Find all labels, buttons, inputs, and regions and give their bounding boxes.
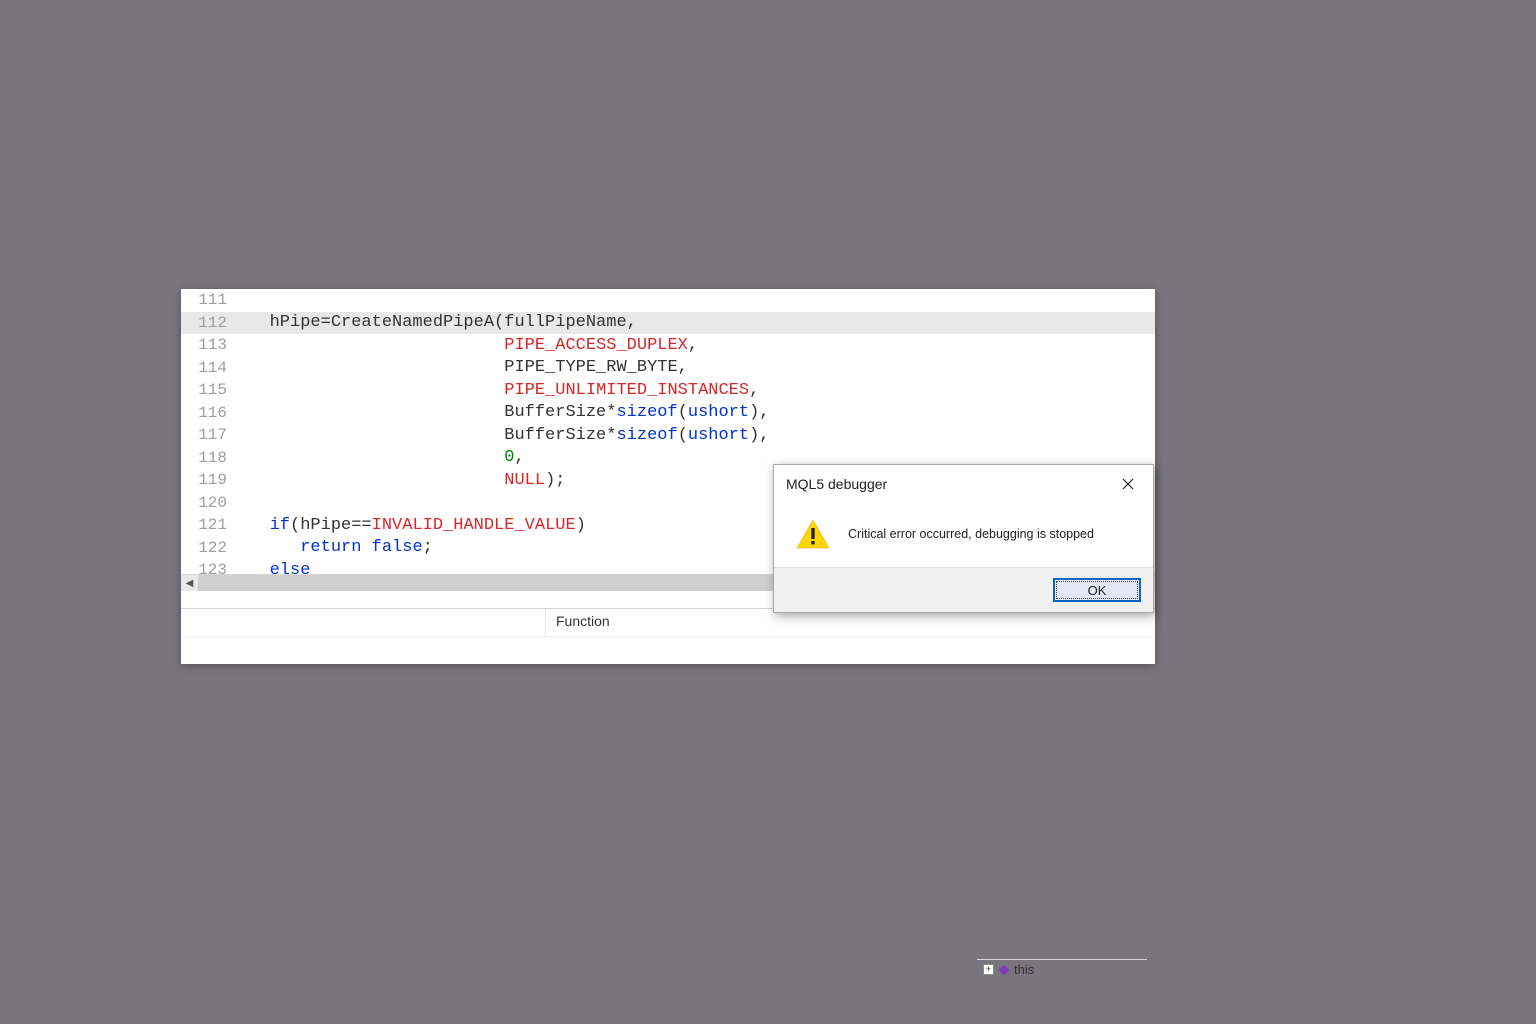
dialog-title: MQL5 debugger bbox=[786, 476, 887, 492]
line-number: 111 bbox=[181, 291, 239, 309]
code-line[interactable]: 116 BufferSize*sizeof(ushort), bbox=[181, 402, 1155, 425]
code-content[interactable]: NULL); bbox=[239, 471, 565, 490]
line-number: 118 bbox=[181, 449, 239, 467]
code-content[interactable]: 0, bbox=[239, 448, 525, 467]
function-column-header[interactable]: Function bbox=[546, 609, 1155, 636]
code-content[interactable]: PIPE_ACCESS_DUPLEX, bbox=[239, 336, 698, 355]
code-content[interactable]: hPipe=CreateNamedPipeA(fullPipeName, bbox=[239, 313, 637, 332]
line-number: 122 bbox=[181, 539, 239, 557]
dialog-body: Critical error occurred, debugging is st… bbox=[774, 501, 1153, 568]
expand-icon[interactable]: + bbox=[983, 964, 994, 975]
code-line[interactable]: 112 hPipe=CreateNamedPipeA(fullPipeName, bbox=[181, 312, 1155, 335]
callstack-column[interactable] bbox=[181, 609, 546, 636]
line-number: 112 bbox=[181, 314, 239, 332]
close-icon bbox=[1122, 478, 1134, 490]
code-line[interactable]: 114 PIPE_TYPE_RW_BYTE, bbox=[181, 357, 1155, 380]
line-number: 114 bbox=[181, 359, 239, 377]
warning-icon bbox=[796, 519, 830, 549]
dialog-footer: OK bbox=[774, 568, 1153, 612]
scroll-left-icon[interactable]: ◀ bbox=[181, 575, 198, 592]
code-content[interactable]: if(hPipe==INVALID_HANDLE_VALUE) bbox=[239, 516, 586, 535]
code-content[interactable]: BufferSize*sizeof(ushort), bbox=[239, 403, 770, 422]
close-button[interactable] bbox=[1113, 473, 1143, 495]
object-icon bbox=[998, 964, 1009, 975]
code-content[interactable]: return false; bbox=[239, 538, 433, 557]
watch-item-label: this bbox=[1014, 962, 1034, 977]
dialog-message: Critical error occurred, debugging is st… bbox=[848, 527, 1094, 541]
bottom-panel: Function + this bbox=[181, 608, 1155, 664]
ok-button[interactable]: OK bbox=[1053, 578, 1141, 602]
code-content[interactable]: BufferSize*sizeof(ushort), bbox=[239, 426, 770, 445]
code-line[interactable]: 111 bbox=[181, 289, 1155, 312]
code-content[interactable]: PIPE_UNLIMITED_INSTANCES, bbox=[239, 381, 759, 400]
line-number: 115 bbox=[181, 381, 239, 399]
line-number: 119 bbox=[181, 471, 239, 489]
line-number: 117 bbox=[181, 426, 239, 444]
line-number: 120 bbox=[181, 494, 239, 512]
watch-row[interactable]: + this bbox=[977, 959, 1147, 979]
code-line[interactable]: 115 PIPE_UNLIMITED_INSTANCES, bbox=[181, 379, 1155, 402]
dialog-titlebar[interactable]: MQL5 debugger bbox=[774, 465, 1153, 501]
code-line[interactable]: 113 PIPE_ACCESS_DUPLEX, bbox=[181, 334, 1155, 357]
line-number: 116 bbox=[181, 404, 239, 422]
error-dialog: MQL5 debugger Critical error occurred, d… bbox=[773, 464, 1154, 613]
code-content[interactable]: PIPE_TYPE_RW_BYTE, bbox=[239, 358, 688, 377]
code-line[interactable]: 117 BufferSize*sizeof(ushort), bbox=[181, 424, 1155, 447]
line-number: 121 bbox=[181, 516, 239, 534]
line-number: 113 bbox=[181, 336, 239, 354]
